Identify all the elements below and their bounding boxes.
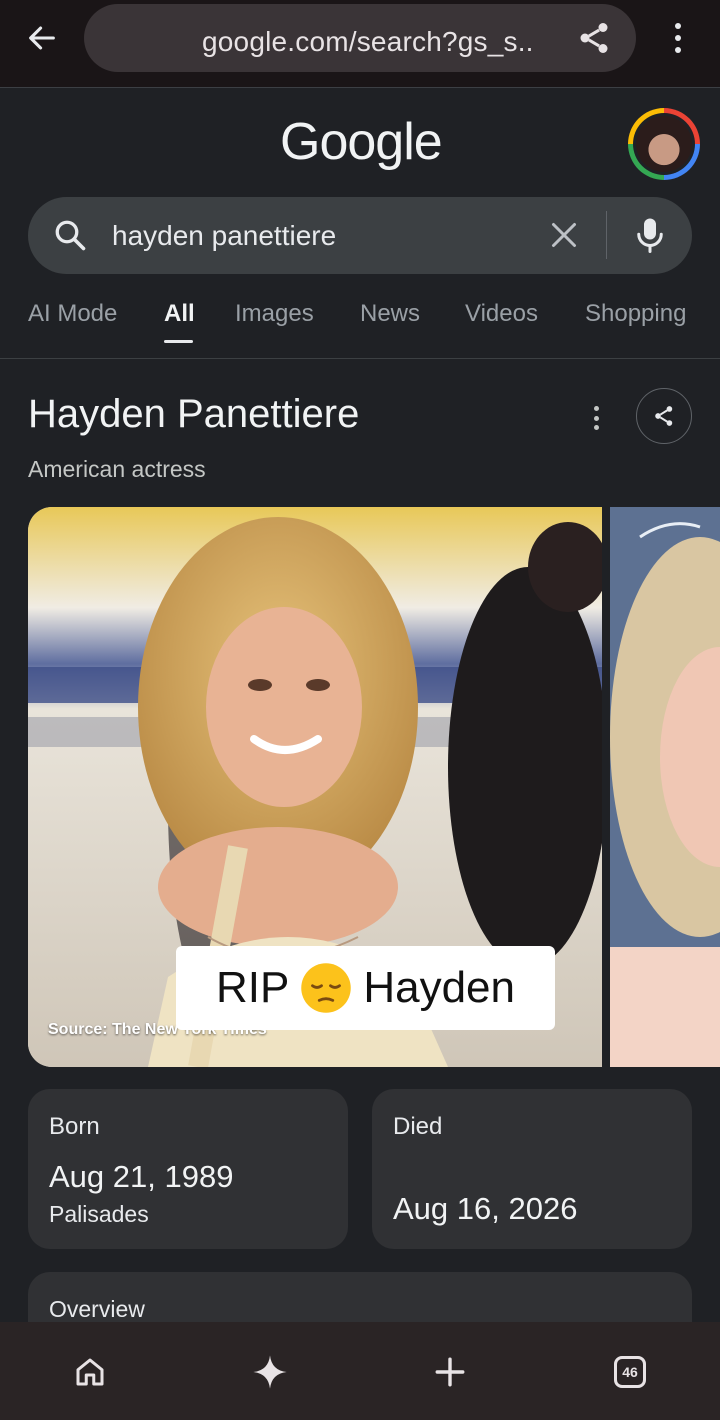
browser-toolbar: google.com/search?gs_s.. bbox=[0, 0, 720, 88]
tab-images[interactable]: Images bbox=[235, 300, 314, 328]
address-bar[interactable]: google.com/search?gs_s.. bbox=[84, 4, 636, 72]
share-icon bbox=[580, 23, 608, 53]
tab-videos[interactable]: Videos bbox=[465, 300, 538, 328]
caption-text-start: RIP bbox=[215, 963, 290, 1012]
caption-text-end: Hayden bbox=[363, 963, 516, 1012]
tab-switcher-button[interactable]: 46 bbox=[608, 1350, 652, 1394]
home-button[interactable] bbox=[68, 1350, 112, 1394]
tab-all[interactable]: All bbox=[164, 300, 195, 328]
google-logo[interactable]: Google bbox=[280, 112, 443, 172]
sparkle-icon bbox=[253, 1355, 287, 1389]
search-divider bbox=[606, 211, 607, 259]
born-place: Palisades bbox=[49, 1201, 149, 1227]
microphone-icon[interactable] bbox=[632, 215, 668, 255]
born-label: Born bbox=[49, 1113, 100, 1140]
browser-bottom-bar: 46 bbox=[0, 1322, 720, 1420]
tab-ai-mode[interactable]: AI Mode bbox=[28, 300, 117, 328]
ai-sparkle-button[interactable] bbox=[248, 1350, 292, 1394]
died-date: Aug 16, 2026 bbox=[393, 1191, 578, 1226]
entity-share-button[interactable] bbox=[636, 388, 692, 444]
photo-image bbox=[610, 507, 720, 1067]
active-tab-indicator bbox=[164, 340, 193, 343]
new-tab-button[interactable] bbox=[428, 1350, 472, 1394]
plus-icon bbox=[435, 1357, 465, 1387]
died-card[interactable]: Died Aug 16, 2026 bbox=[372, 1089, 692, 1249]
entity-photo-2[interactable] bbox=[610, 507, 720, 1067]
entity-menu-button[interactable] bbox=[584, 404, 608, 432]
pensive-face-icon bbox=[301, 963, 352, 1013]
tabs-divider bbox=[0, 358, 720, 359]
share-page-button[interactable] bbox=[576, 20, 612, 56]
born-card[interactable]: Born Aug 21, 1989 Palisades bbox=[28, 1089, 348, 1249]
search-bar bbox=[28, 197, 692, 274]
overview-label: Overview bbox=[49, 1296, 145, 1322]
more-vert-icon bbox=[593, 406, 599, 411]
more-vert-icon bbox=[675, 23, 681, 29]
arrow-left-icon bbox=[29, 26, 55, 50]
entity-subtitle: American actress bbox=[28, 456, 206, 482]
share-icon bbox=[655, 406, 673, 426]
tab-news[interactable]: News bbox=[360, 300, 420, 328]
back-button[interactable] bbox=[22, 18, 62, 58]
home-icon bbox=[76, 1358, 104, 1386]
account-avatar[interactable] bbox=[628, 108, 700, 180]
url-text: google.com/search?gs_s.. bbox=[202, 26, 534, 57]
browser-menu-button[interactable] bbox=[664, 20, 692, 56]
close-icon[interactable] bbox=[546, 217, 582, 253]
tab-count: 46 bbox=[614, 1356, 646, 1388]
born-date: Aug 21, 1989 bbox=[49, 1159, 234, 1194]
entity-title: Hayden Panettiere bbox=[28, 392, 360, 436]
search-input[interactable] bbox=[112, 218, 512, 254]
died-label: Died bbox=[393, 1113, 443, 1140]
search-icon[interactable] bbox=[52, 217, 88, 253]
search-tabs: AI Mode All Images News Videos Shopping bbox=[28, 300, 720, 358]
avatar-photo bbox=[636, 116, 692, 172]
tab-shopping[interactable]: Shopping bbox=[585, 300, 686, 328]
caption-overlay: RIP Hayden bbox=[176, 946, 555, 1030]
